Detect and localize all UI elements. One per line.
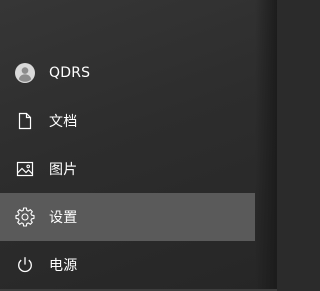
start-menu-item-list: QDRS 文档 图片 设置 电源 xyxy=(0,49,255,289)
user-avatar-icon xyxy=(15,63,35,83)
picture-icon xyxy=(15,159,35,179)
power-icon xyxy=(15,255,35,275)
start-menu-item-user[interactable]: QDRS xyxy=(0,49,255,97)
start-menu-item-label: 文档 xyxy=(49,114,78,130)
start-menu-item-label: 图片 xyxy=(49,162,78,178)
menu-right-edge xyxy=(255,0,277,291)
start-menu-item-settings[interactable]: 设置 xyxy=(0,193,255,241)
start-menu-item-power[interactable]: 电源 xyxy=(0,241,255,289)
start-menu-item-label: QDRS xyxy=(49,65,91,81)
document-icon xyxy=(15,111,35,131)
start-menu-item-label: 设置 xyxy=(49,210,78,226)
gear-icon xyxy=(15,207,35,227)
start-menu-panel: QDRS 文档 图片 设置 电源 xyxy=(0,0,277,291)
start-menu-item-label: 电源 xyxy=(49,258,78,274)
start-menu-item-documents[interactable]: 文档 xyxy=(0,97,255,145)
start-menu-item-pictures[interactable]: 图片 xyxy=(0,145,255,193)
